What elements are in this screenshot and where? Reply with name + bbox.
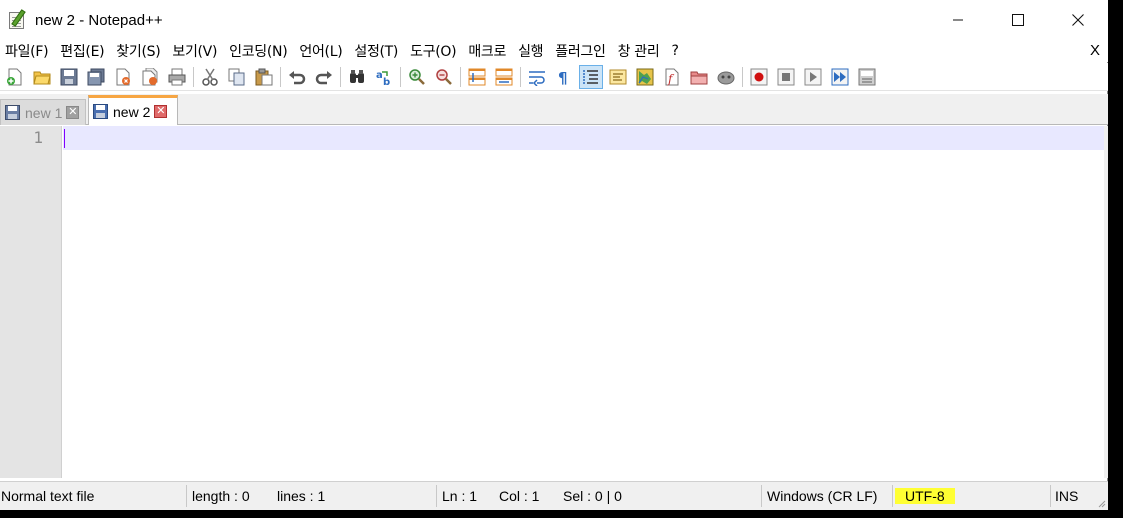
notepadpp-window: new 2 - Notepad++ 파일(F) 편집(E) 찾기(S) 보기(V…: [0, 0, 1108, 510]
save-macro-icon[interactable]: [856, 66, 878, 88]
udl-icon[interactable]: [607, 66, 629, 88]
menu-edit[interactable]: 편집(E): [55, 41, 111, 61]
open-file-icon[interactable]: [31, 66, 53, 88]
tab-label: new 2: [113, 103, 151, 120]
menu-language[interactable]: 언어(L): [294, 41, 349, 61]
status-insert-mode[interactable]: INS: [1055, 482, 1078, 511]
paste-icon[interactable]: [253, 66, 275, 88]
document-tab-bar: new 1 ✕ new 2 ✕: [0, 94, 1108, 125]
show-all-chars-icon[interactable]: ¶: [553, 66, 575, 88]
indent-guide-icon[interactable]: [579, 64, 603, 89]
menu-macro[interactable]: 매크로: [463, 41, 513, 61]
status-column-position[interactable]: Col : 1: [499, 482, 539, 511]
function-list-icon[interactable]: f: [661, 66, 683, 88]
menu-settings[interactable]: 설정(T): [349, 41, 405, 61]
text-caret: [64, 129, 65, 148]
menu-bar: 파일(F) 편집(E) 찾기(S) 보기(V) 인코딩(N) 언어(L) 설정(…: [0, 40, 1108, 62]
close-icon: [1072, 14, 1084, 26]
menu-search[interactable]: 찾기(S): [111, 41, 167, 61]
toolbar-separator: [280, 66, 281, 87]
zoom-out-icon[interactable]: [433, 66, 455, 88]
svg-text:¶: ¶: [558, 69, 568, 86]
line-number: 1: [33, 128, 43, 147]
toolbar-separator: [742, 66, 743, 87]
menu-plugins[interactable]: 플러그인: [550, 41, 612, 61]
status-lines: lines : 1: [277, 488, 326, 504]
minimize-icon: [953, 19, 963, 21]
notepadpp-app-icon[interactable]: [7, 9, 29, 31]
tab-new-2[interactable]: new 2 ✕: [88, 95, 178, 125]
menu-encoding[interactable]: 인코딩(N): [224, 41, 294, 61]
save-icon[interactable]: [58, 66, 80, 88]
document-map-icon[interactable]: [634, 66, 656, 88]
find-icon[interactable]: [346, 66, 368, 88]
toolbar-separator: [460, 66, 461, 87]
record-macro-icon[interactable]: [748, 66, 770, 88]
current-line-highlight: [63, 126, 1104, 150]
save-all-icon[interactable]: [85, 66, 107, 88]
line-number-gutter[interactable]: 1: [0, 126, 62, 478]
redo-icon[interactable]: [313, 66, 335, 88]
menu-tools[interactable]: 도구(O): [405, 41, 463, 61]
tab-label: new 1: [25, 104, 63, 121]
menu-file[interactable]: 파일(F): [0, 41, 55, 61]
toolbar-separator: [520, 66, 521, 87]
zoom-in-icon[interactable]: [406, 66, 428, 88]
stop-record-icon[interactable]: [775, 66, 797, 88]
status-divider: [436, 485, 437, 507]
close-icon[interactable]: [112, 66, 134, 88]
status-length: length : 0: [192, 488, 250, 504]
sync-horizontal-icon[interactable]: [493, 66, 515, 88]
editor-edge: [1104, 126, 1108, 478]
status-divider: [761, 485, 762, 507]
editor-area[interactable]: 1: [0, 126, 1108, 478]
toolbar-separator: [193, 66, 194, 87]
status-file-type: Normal text file: [1, 488, 95, 504]
svg-text:a: a: [376, 70, 383, 81]
minimize-button[interactable]: [928, 0, 988, 40]
copy-icon[interactable]: [226, 66, 248, 88]
menu-run[interactable]: 실행: [513, 41, 550, 61]
status-line-position[interactable]: Ln : 1: [442, 482, 477, 511]
status-bar: Normal text file length : 0 lines : 1 Ln…: [0, 481, 1108, 510]
new-file-icon[interactable]: [4, 66, 26, 88]
replace-icon[interactable]: ab: [373, 66, 395, 88]
print-icon[interactable]: [166, 66, 188, 88]
resize-grip-icon[interactable]: [1096, 498, 1106, 508]
tab-close-icon[interactable]: ✕: [66, 106, 80, 119]
toolbar-separator: [340, 66, 341, 87]
maximize-button[interactable]: [988, 0, 1048, 40]
status-eol-format[interactable]: Windows (CR LF): [767, 482, 877, 511]
folder-workspace-icon[interactable]: [688, 66, 710, 88]
floppy-saved-icon: [93, 104, 108, 119]
cut-icon[interactable]: [199, 66, 221, 88]
close-document-button[interactable]: X: [1090, 40, 1100, 62]
title-bar[interactable]: new 2 - Notepad++: [0, 0, 1108, 40]
monitoring-icon[interactable]: [715, 66, 737, 88]
menu-help[interactable]: ?: [666, 43, 685, 59]
status-encoding-box[interactable]: UTF-8: [895, 482, 955, 511]
sync-vertical-icon[interactable]: [466, 66, 488, 88]
undo-icon[interactable]: [286, 66, 308, 88]
status-encoding[interactable]: UTF-8: [895, 488, 955, 504]
word-wrap-icon[interactable]: [526, 66, 548, 88]
run-macro-multiple-icon[interactable]: [829, 66, 851, 88]
menu-window[interactable]: 창 관리: [613, 41, 667, 61]
play-macro-icon[interactable]: [802, 66, 824, 88]
menu-view[interactable]: 보기(V): [167, 41, 224, 61]
close-button[interactable]: [1048, 0, 1108, 40]
tab-new-1[interactable]: new 1 ✕: [0, 99, 86, 125]
floppy-saved-icon: [5, 105, 20, 120]
status-divider: [186, 485, 187, 507]
tab-close-icon[interactable]: ✕: [154, 105, 168, 118]
window-title: new 2 - Notepad++: [35, 11, 163, 29]
status-selection[interactable]: Sel : 0 | 0: [563, 482, 622, 511]
maximize-icon: [1012, 14, 1024, 26]
close-all-icon[interactable]: [139, 66, 161, 88]
toolbar: ab ¶ f: [0, 63, 1108, 91]
svg-text:b: b: [383, 77, 390, 86]
status-divider: [1050, 485, 1051, 507]
status-divider: [892, 485, 893, 507]
toolbar-separator: [400, 66, 401, 87]
